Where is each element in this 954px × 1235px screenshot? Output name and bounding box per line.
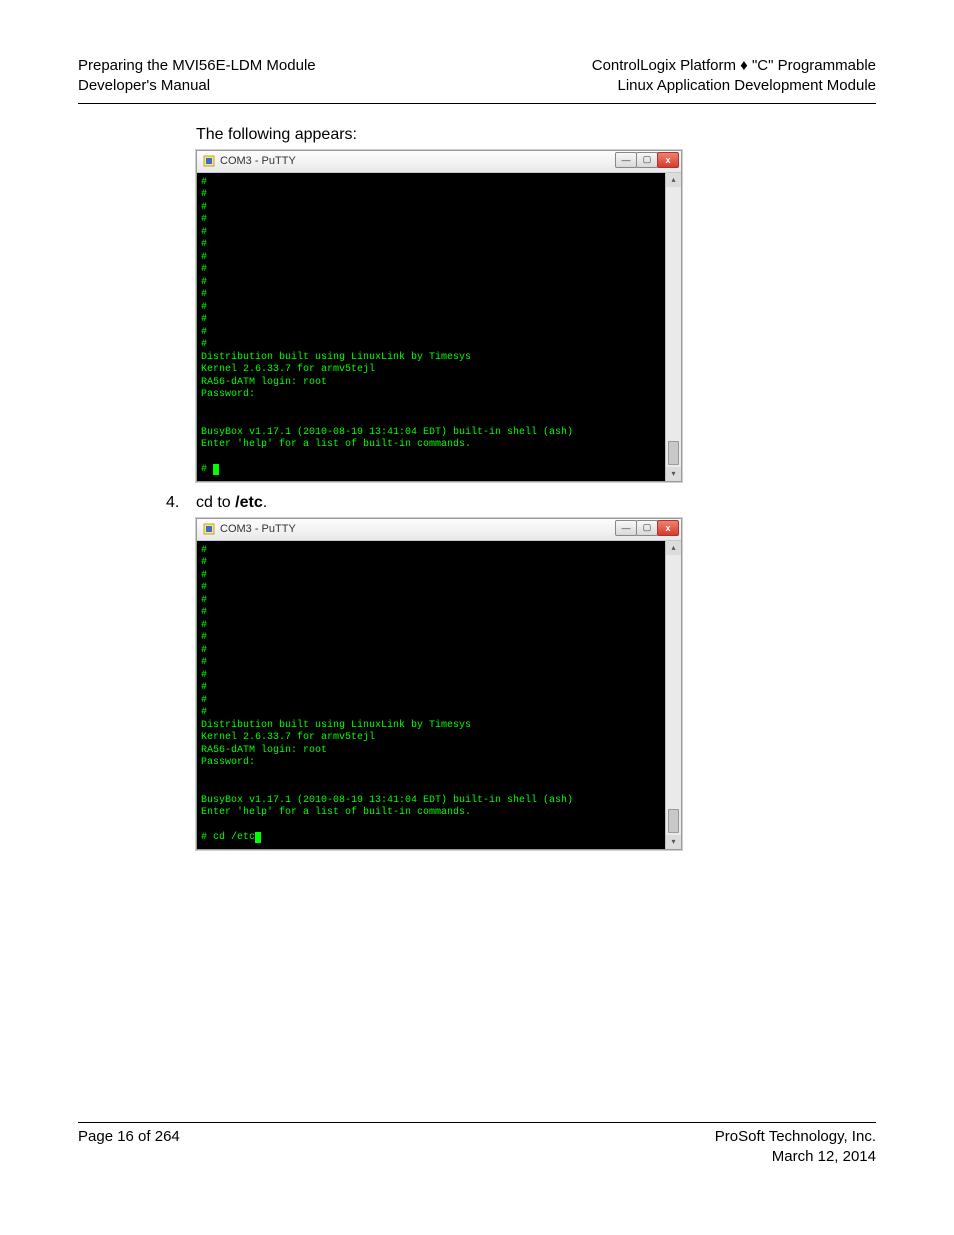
putty-window-2: COM3 - PuTTY — ▢ x # # # # # # # # # # #… [196,518,682,850]
scrollbar[interactable]: ▴ ▾ [665,541,681,849]
step-4: 4. cd to /etc. [166,494,876,512]
scroll-thumb[interactable] [668,809,679,833]
page-footer: Page 16 of 264 ProSoft Technology, Inc. … [78,1127,876,1168]
step-text-pre: cd to [196,494,235,511]
putty-title-text: COM3 - PuTTY [220,155,296,167]
footer-date: March 12, 2014 [715,1147,876,1167]
terminal-output-1[interactable]: # # # # # # # # # # # # # # Distribution… [197,173,665,481]
footer-page-number: Page 16 of 264 [78,1127,180,1168]
footer-rule [78,1122,876,1123]
scroll-down-icon[interactable]: ▾ [666,835,681,849]
step-text: cd to /etc. [196,494,267,512]
step-number: 4. [166,494,196,512]
minimize-button[interactable]: — [615,152,637,168]
footer-company: ProSoft Technology, Inc. [715,1127,876,1147]
putty-title-text: COM3 - PuTTY [220,523,296,535]
intro-text: The following appears: [196,126,876,144]
maximize-button[interactable]: ▢ [636,152,658,168]
close-button[interactable]: x [657,152,679,168]
scroll-up-icon[interactable]: ▴ [666,173,681,187]
header-left-line2: Developer's Manual [78,76,316,96]
page-header: Preparing the MVI56E-LDM Module Develope… [78,56,876,97]
putty-titlebar[interactable]: COM3 - PuTTY — ▢ x [197,519,681,541]
header-right-line2: Linux Application Development Module [592,76,876,96]
putty-icon [203,155,215,167]
header-rule [78,103,876,104]
header-left-line1: Preparing the MVI56E-LDM Module [78,56,316,76]
minimize-button[interactable]: — [615,520,637,536]
step-text-post: . [263,494,267,511]
scroll-up-icon[interactable]: ▴ [666,541,681,555]
putty-titlebar[interactable]: COM3 - PuTTY — ▢ x [197,151,681,173]
terminal-output-2[interactable]: # # # # # # # # # # # # # # Distribution… [197,541,665,849]
step-text-bold: /etc [235,494,263,511]
maximize-button[interactable]: ▢ [636,520,658,536]
scroll-down-icon[interactable]: ▾ [666,467,681,481]
header-right-line1: ControlLogix Platform ♦ "C" Programmable [592,56,876,76]
putty-icon [203,523,215,535]
scroll-thumb[interactable] [668,441,679,465]
close-button[interactable]: x [657,520,679,536]
putty-window-1: COM3 - PuTTY — ▢ x # # # # # # # # # # #… [196,150,682,482]
scrollbar[interactable]: ▴ ▾ [665,173,681,481]
